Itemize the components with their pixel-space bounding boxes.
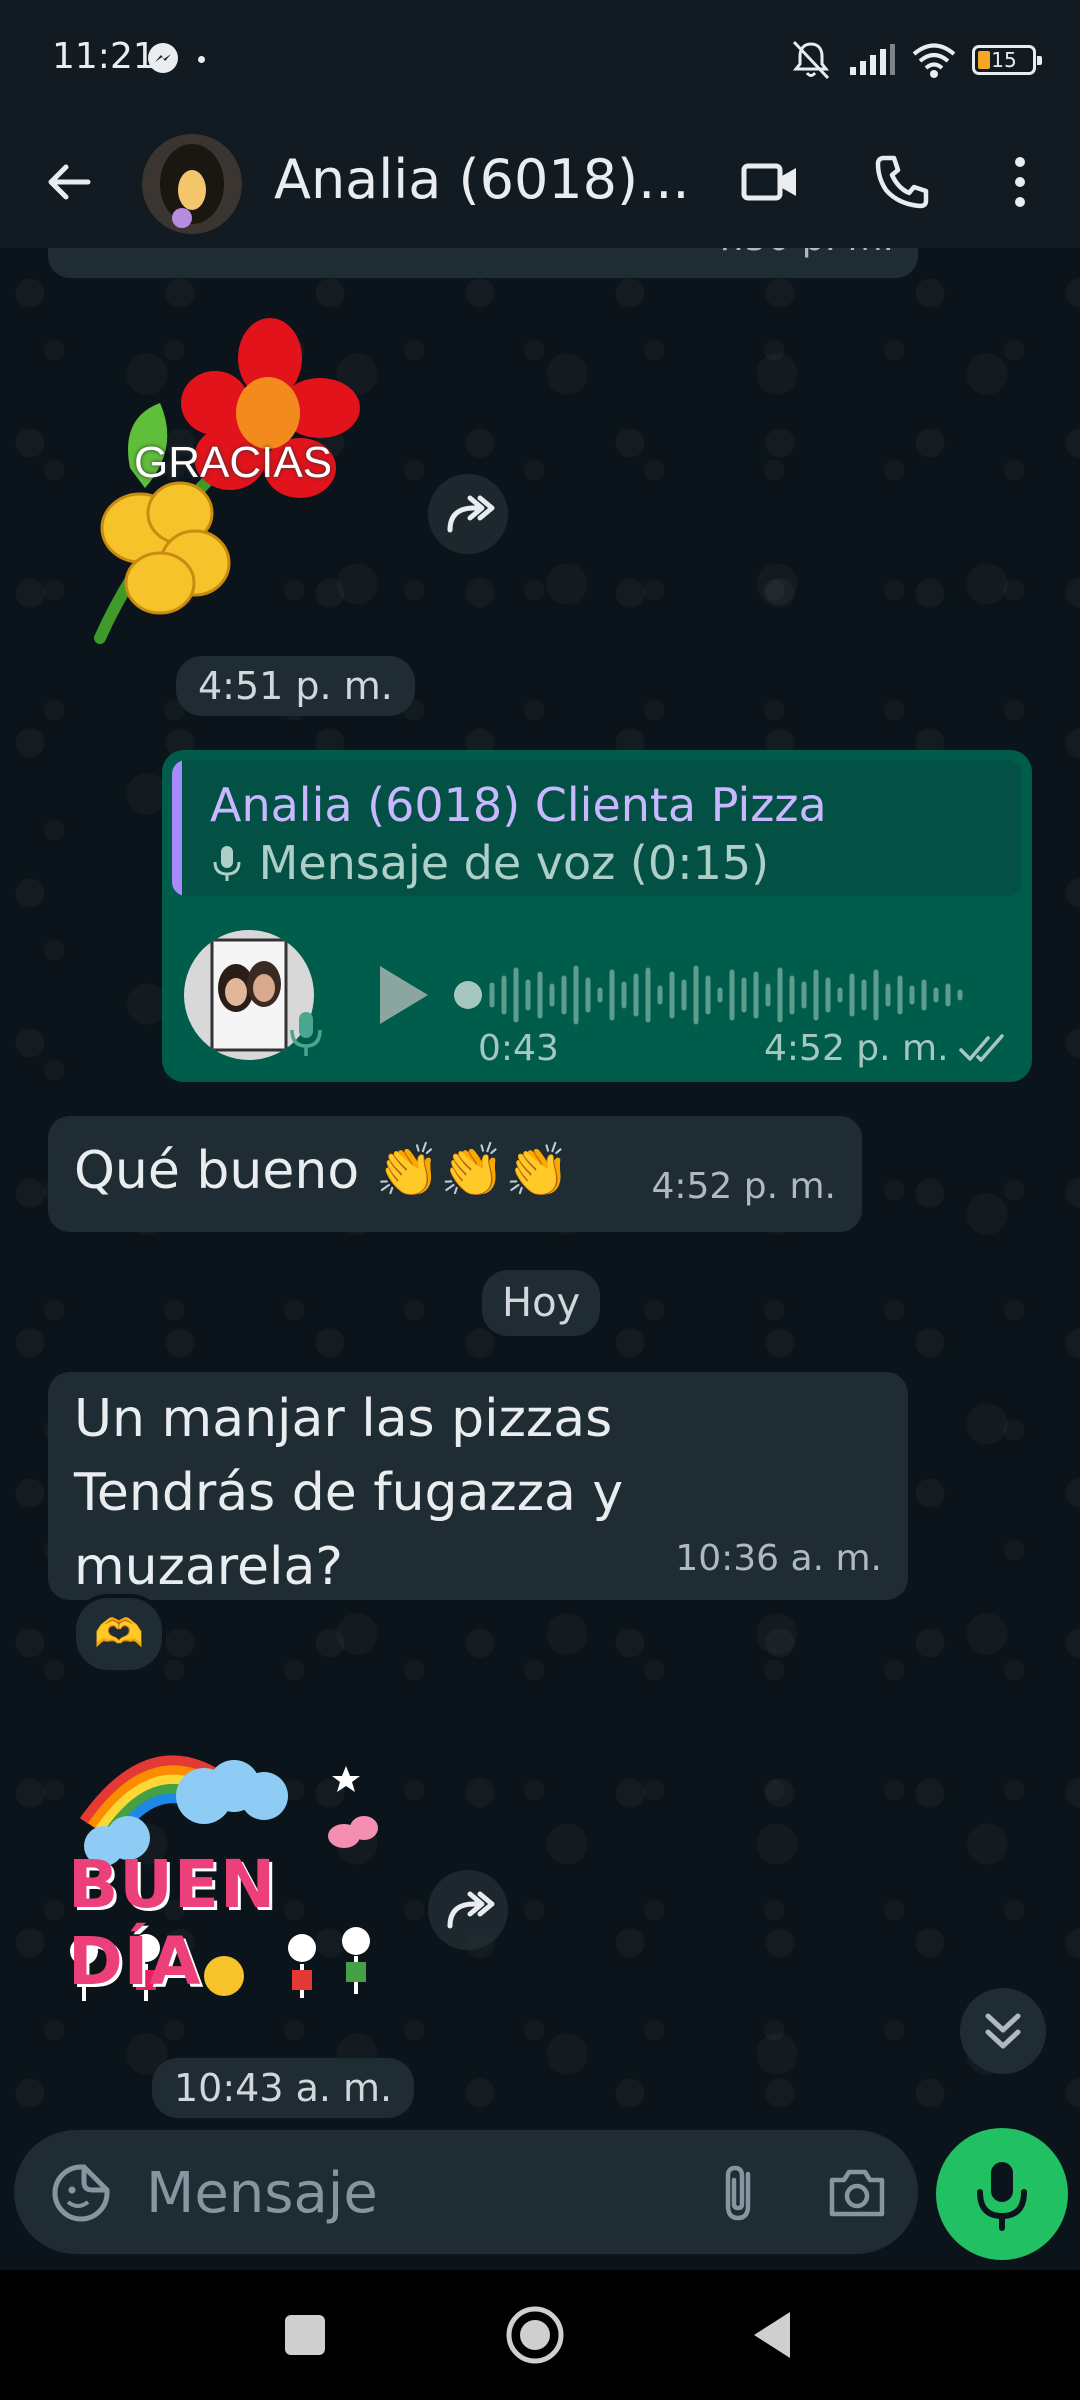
message-time: 10:36 a. m. xyxy=(675,1538,882,1579)
double-check-icon xyxy=(959,1034,1004,1062)
sticker-gracias[interactable]: GRACIAS xyxy=(70,318,380,648)
status-bar: 11:21 15 xyxy=(0,0,1080,120)
sticker-buen-dia[interactable]: BUEN DÍA xyxy=(64,1726,394,2016)
voice-mic-icon xyxy=(290,1012,322,1056)
video-call-icon[interactable] xyxy=(738,150,802,214)
wifi-icon xyxy=(912,43,956,78)
contact-name[interactable]: Analia (6018)... xyxy=(274,140,694,220)
sticker-text: GRACIAS xyxy=(134,438,333,487)
forward-button[interactable] xyxy=(428,1870,508,1950)
waveform[interactable] xyxy=(452,960,982,1030)
message-bubble[interactable]: Qué bueno 👏👏👏 4:52 p. m. xyxy=(48,1116,862,1232)
attach-icon[interactable] xyxy=(704,2158,774,2228)
emoji-sticker-icon[interactable] xyxy=(50,2162,112,2224)
battery-icon: 15 xyxy=(972,45,1042,75)
quoted-sender: Analia (6018) Clienta Pizza xyxy=(210,778,827,832)
microphone-icon xyxy=(977,2162,1027,2231)
message-time: 4:52 p. m. xyxy=(651,1166,836,1207)
forward-icon xyxy=(447,1891,495,1929)
double-chevron-down-icon xyxy=(985,2013,1021,2049)
voice-message-bubble[interactable]: Analia (6018) Clienta Pizza Mensaje de v… xyxy=(162,750,1032,1082)
play-icon[interactable] xyxy=(372,962,432,1028)
back-arrow-icon[interactable] xyxy=(40,152,100,212)
camera-icon[interactable] xyxy=(824,2160,890,2226)
quoted-text: Mensaje de voz (0:15) xyxy=(258,836,770,890)
signal-icon xyxy=(850,44,895,75)
mic-icon xyxy=(213,846,241,881)
bell-off-icon xyxy=(792,40,830,80)
battery-level: 15 xyxy=(991,48,1017,72)
message-input[interactable] xyxy=(144,2154,668,2232)
message-input-container[interactable] xyxy=(14,2130,918,2254)
message-bubble[interactable]: Un manjar las pizzas Tendrás de fugazza … xyxy=(48,1372,908,1600)
reaction-badge[interactable]: 🫶 xyxy=(72,1594,166,1674)
back-nav-icon[interactable] xyxy=(740,2300,810,2370)
voice-record-button[interactable] xyxy=(936,2128,1068,2260)
forward-button[interactable] xyxy=(428,474,508,554)
recents-icon[interactable] xyxy=(270,2300,340,2370)
message-time: 4:50 p. m. xyxy=(709,248,894,259)
sticker-text: BUEN DÍA xyxy=(68,1846,277,2000)
previous-message-bubble[interactable]: 4:50 p. m. xyxy=(48,248,918,278)
more-options-icon[interactable] xyxy=(988,150,1052,214)
contact-avatar[interactable] xyxy=(142,134,242,234)
message-time: 4:52 p. m. xyxy=(764,1028,949,1069)
system-nav-bar xyxy=(0,2270,1080,2400)
forward-icon xyxy=(447,495,495,533)
phone-call-icon[interactable] xyxy=(870,150,934,214)
quoted-message[interactable]: Analia (6018) Clienta Pizza Mensaje de v… xyxy=(172,760,1022,896)
chat-header: Analia (6018)... xyxy=(0,120,1080,248)
voice-duration: 0:43 xyxy=(478,1028,559,1069)
message-text: Qué bueno 👏👏👏 xyxy=(74,1141,570,1201)
status-time: 11:21 xyxy=(52,36,156,77)
chat-messages-area[interactable]: 4:50 p. m. GRACIAS xyxy=(0,248,1080,2120)
day-separator: Hoy xyxy=(482,1270,601,1336)
notification-dot xyxy=(198,56,205,63)
quoted-voice-label: Mensaje de voz (0:15) xyxy=(210,836,769,890)
home-icon[interactable] xyxy=(500,2300,570,2370)
composer-bar xyxy=(0,2120,1080,2270)
sticker-time: 4:51 p. m. xyxy=(176,656,415,716)
scroll-to-bottom-button[interactable] xyxy=(960,1988,1046,2074)
sticker-time: 10:43 a. m. xyxy=(152,2058,415,2118)
quote-accent-bar xyxy=(172,760,182,896)
messenger-icon xyxy=(148,43,178,73)
